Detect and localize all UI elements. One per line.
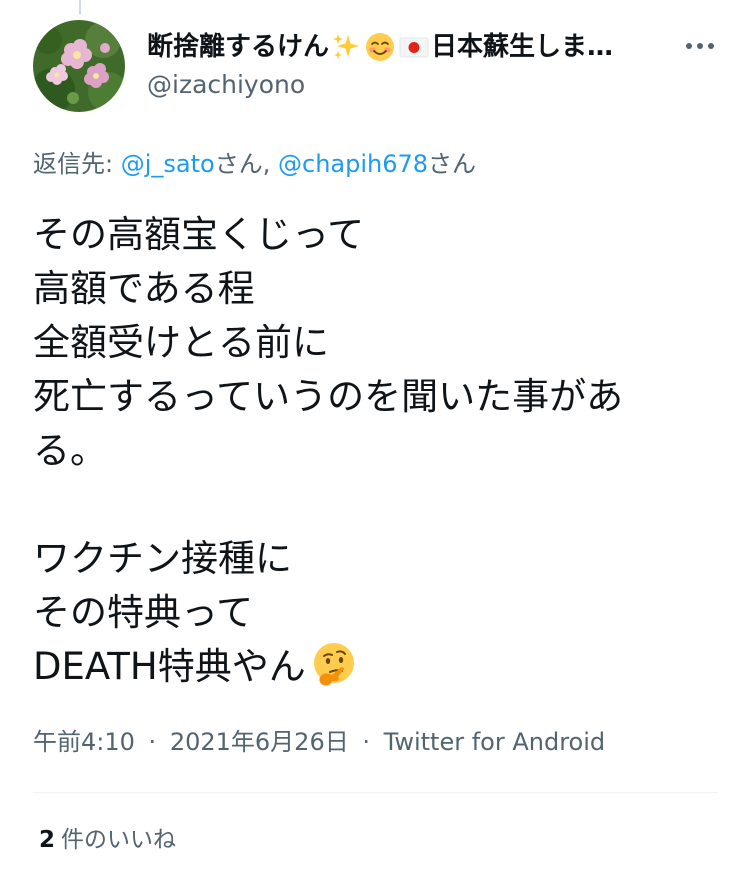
thinking-face-icon — [310, 641, 358, 689]
avatar-flower-image — [33, 20, 125, 112]
tweet-text-last-line: DEATH特典やん — [33, 640, 723, 694]
tweet-text-line: 高額である程 — [33, 267, 255, 310]
avatar[interactable] — [33, 20, 125, 112]
author-names: 断捨離するけん 日本蘇生しま… @izachiyono — [147, 30, 667, 102]
japan-flag-icon — [399, 32, 429, 62]
tweet-source[interactable]: Twitter for Android — [384, 728, 605, 756]
tweet-text-line: 死亡するっていうのを聞いた事があ — [33, 375, 624, 418]
mention-suffix: さん, — [214, 150, 271, 178]
tweet-text-line: る。 — [33, 429, 107, 472]
likes-count: 2 — [39, 827, 56, 853]
display-name-text-continued: 日本蘇生しま… — [431, 32, 614, 62]
tweet-meta: 午前4:10 · 2021年6月26日 · Twitter for Androi… — [33, 726, 605, 758]
tweet-header: 断捨離するけん 日本蘇生しま… @izachiyono — [33, 20, 718, 112]
meta-separator: · — [362, 728, 370, 756]
mention-link[interactable]: @chapih678 — [278, 150, 428, 178]
mention-suffix: さん — [428, 150, 477, 178]
thread-connector-line — [79, 0, 81, 14]
more-dots-icon — [686, 43, 714, 49]
tweet-text-line: その特典って — [33, 591, 254, 634]
user-handle[interactable]: @izachiyono — [147, 68, 667, 102]
replying-to-label: 返信先: — [33, 150, 114, 178]
tweet-text-line: ワクチン接種に — [33, 537, 292, 580]
tweet-date[interactable]: 2021年6月26日 — [170, 728, 349, 756]
meta-separator: · — [148, 728, 157, 756]
divider — [33, 792, 718, 793]
likes-label: 件のいいね — [61, 827, 177, 853]
tweet-text-line: DEATH特典やん — [33, 645, 306, 688]
display-name-text: 断捨離するけん — [147, 32, 330, 62]
replying-to: 返信先: @j_satoさん, @chapih678さん — [33, 148, 476, 180]
tweet-text-line: その高額宝くじって — [33, 213, 365, 256]
sparkles-icon — [331, 32, 361, 62]
tweet-text-line: 全額受けとる前に — [33, 321, 329, 364]
tweet-text: その高額宝くじって 高額である程 全額受けとる前に 死亡するっていうのを聞いた事… — [33, 208, 723, 694]
mention-link[interactable]: @j_sato — [121, 150, 215, 178]
tweet-time[interactable]: 午前4:10 — [33, 728, 135, 756]
display-name[interactable]: 断捨離するけん 日本蘇生しま… — [147, 30, 667, 64]
more-options-button[interactable] — [682, 34, 718, 58]
smiling-face-icon — [365, 32, 395, 62]
likes-link[interactable]: 2 件のいいね — [39, 824, 176, 856]
